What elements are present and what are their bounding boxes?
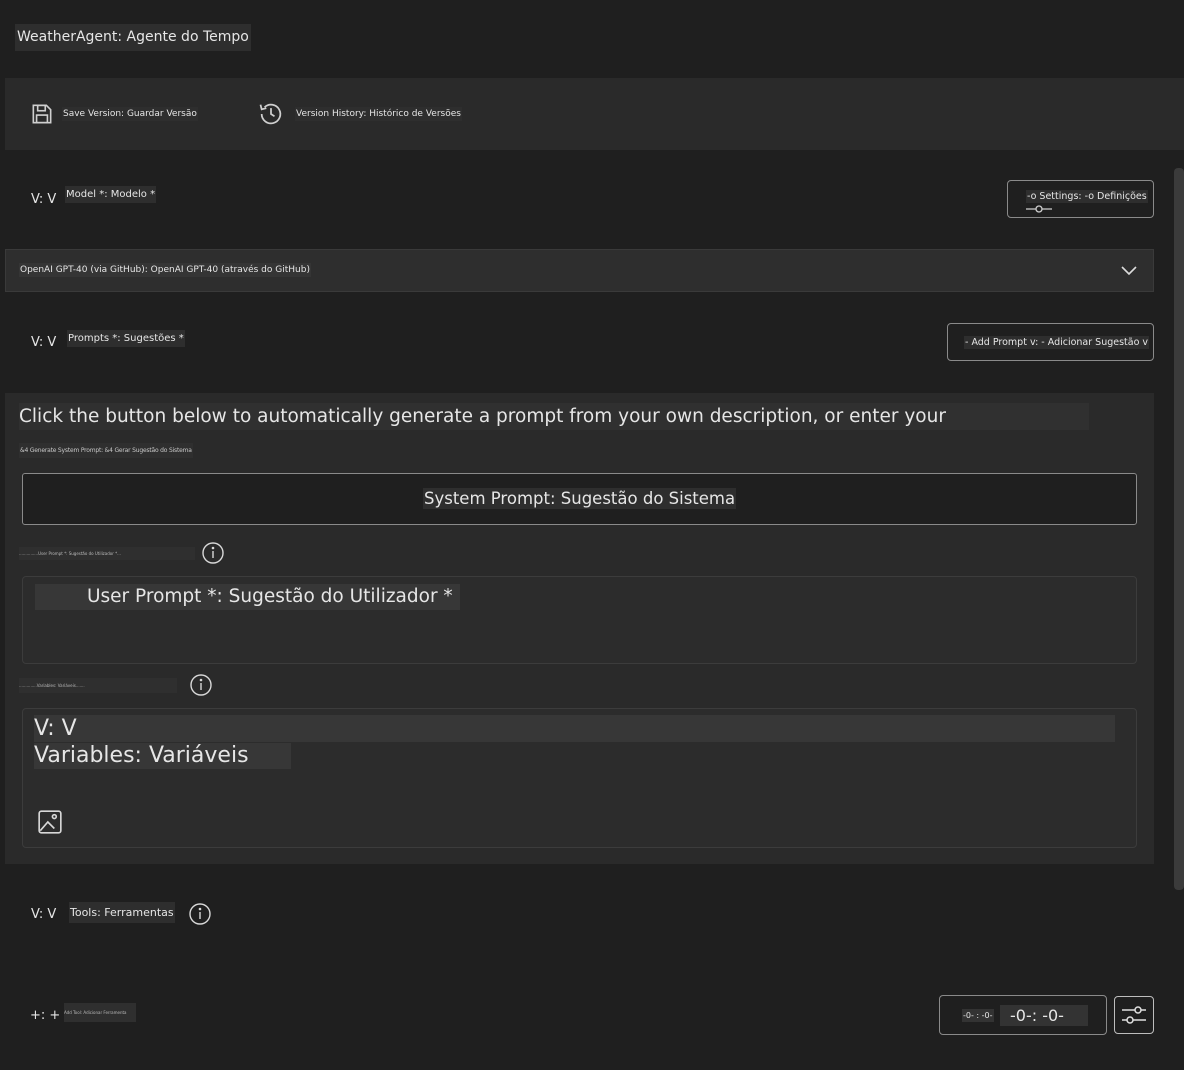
add-prompt-label: - Add Prompt v: - Adicionar Sugestão v (964, 336, 1150, 349)
generate-system-prompt-link[interactable]: &4 Generate System Prompt: &4 Gerar Suge… (19, 443, 193, 458)
system-prompt-label: System Prompt: Sugestão do Sistema (423, 488, 737, 509)
tools-info-icon[interactable] (189, 903, 211, 925)
run-counter-large: -0-: -0- (1000, 1005, 1088, 1026)
user-prompt-textarea[interactable]: User Prompt *: Sugestão do Utilizador * (22, 576, 1137, 664)
add-tool-plus[interactable]: +: + (30, 1008, 60, 1023)
model-label: Model *: Modelo * (65, 186, 157, 203)
variables-info-icon[interactable] (190, 674, 212, 696)
user-prompt-placeholder: User Prompt *: Sugestão do Utilizador * (35, 584, 460, 610)
variables-chevron[interactable]: V: V (34, 715, 1115, 742)
scrollbar[interactable] (1174, 168, 1184, 890)
version-history-label: Version History: Histórico de Versões (295, 107, 462, 121)
model-dropdown[interactable]: OpenAI GPT-40 (via GitHub): OpenAI GPT-4… (5, 249, 1154, 292)
sliders-icon (1121, 1003, 1147, 1027)
model-settings-label: -o Settings: -o Definições (1026, 190, 1148, 203)
add-prompt-button[interactable]: - Add Prompt v: - Adicionar Sugestão v (947, 323, 1154, 361)
model-settings-button[interactable]: -o Settings: -o Definições (1007, 180, 1154, 218)
toolbar: Save Version: Guardar Versão Version His… (5, 78, 1184, 150)
tools-label: Tools: Ferramentas (69, 902, 175, 923)
tools-chevron[interactable]: V: V (31, 907, 56, 922)
app-title: WeatherAgent: Agente do Tempo (15, 24, 251, 51)
user-prompt-info-icon[interactable] (202, 542, 224, 564)
prompts-chevron[interactable]: V: V (31, 335, 56, 350)
add-tool-label[interactable]: Add Tool: Adicionar Ferramenta (64, 1003, 136, 1022)
settings-sliders-button[interactable] (1114, 996, 1154, 1034)
variables-caption: ..............Variables: Variáveis......… (19, 678, 177, 693)
prompts-label: Prompts *: Sugestões * (67, 330, 185, 347)
save-icon (29, 101, 55, 127)
variables-box[interactable]: V: V Variables: Variáveis (22, 708, 1137, 848)
save-version-button[interactable]: Save Version: Guardar Versão (29, 100, 198, 128)
save-version-label: Save Version: Guardar Versão (62, 107, 198, 121)
chevron-down-icon (1120, 264, 1138, 276)
model-selected-value: OpenAI GPT-40 (via GitHub): OpenAI GPT-4… (19, 263, 311, 277)
version-history-button[interactable]: Version History: Histórico de Versões (257, 100, 462, 128)
history-icon (257, 100, 285, 128)
prompt-instructions: Click the button below to automatically … (19, 403, 1089, 430)
run-counter-box[interactable]: -0- : -0- -0-: -0- (939, 995, 1107, 1035)
system-prompt-button[interactable]: System Prompt: Sugestão do Sistema (22, 473, 1137, 525)
model-chevron[interactable]: V: V (31, 192, 56, 207)
user-prompt-caption: ...............User Prompt *: Sugestão d… (19, 547, 195, 560)
prompts-panel: Click the button below to automatically … (5, 393, 1154, 864)
image-icon[interactable] (37, 809, 63, 835)
run-counter-small: -0- : -0- (962, 1009, 994, 1022)
variables-label: Variables: Variáveis (34, 743, 291, 769)
